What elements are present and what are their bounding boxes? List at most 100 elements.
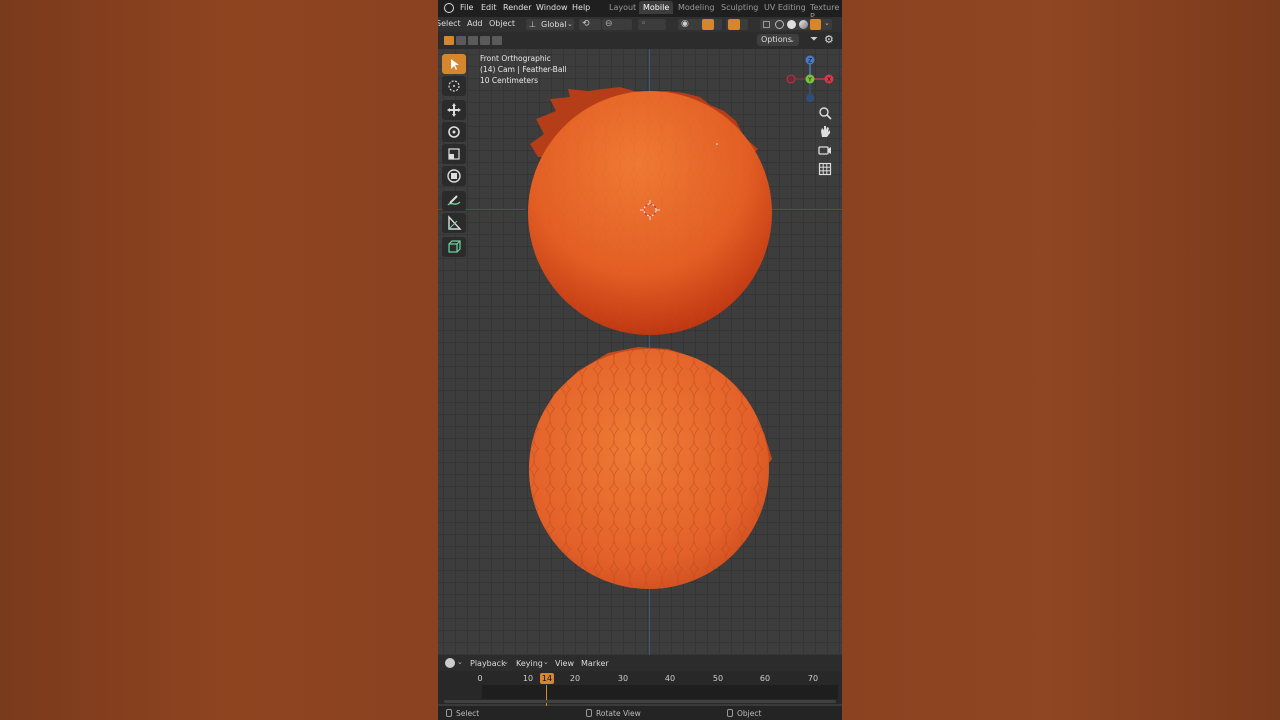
scale-tool[interactable] — [442, 144, 466, 164]
xray-icon[interactable] — [763, 21, 770, 28]
select-mode-subtract-icon[interactable] — [468, 36, 478, 45]
menu-window[interactable]: Window — [536, 3, 568, 12]
pivot-icon: ⟲ — [582, 19, 590, 29]
tick-30: 30 — [617, 674, 629, 683]
add-menu[interactable]: Add — [467, 19, 483, 28]
solid-shading-icon[interactable] — [787, 20, 796, 29]
zoom-icon[interactable] — [818, 106, 836, 122]
gizmo-x-label: X — [827, 77, 831, 84]
tab-modeling[interactable]: Modeling — [675, 3, 717, 12]
feather-balls[interactable] — [438, 49, 842, 655]
select-box-tool[interactable] — [442, 54, 466, 74]
rendered-shading-icon[interactable] — [810, 19, 821, 30]
camera-view-icon[interactable] — [818, 143, 836, 159]
visibility-dropdown[interactable]: ◉ — [678, 19, 722, 30]
top-menu-bar: File Edit Render Window Help Layout Mobi… — [438, 0, 842, 21]
cursor-tool[interactable] — [442, 76, 466, 96]
pivot-dropdown[interactable]: ⟲ — [579, 19, 601, 30]
keying-menu[interactable]: Keying — [516, 659, 543, 668]
current-frame-badge[interactable]: 14 — [540, 673, 554, 684]
tick-60: 60 — [759, 674, 771, 683]
chevron-down-icon[interactable]: ⌄ — [457, 658, 463, 666]
pan-hand-icon[interactable] — [818, 124, 836, 140]
grid-perspective-icon[interactable] — [818, 162, 836, 178]
tick-70: 70 — [807, 674, 819, 683]
editor-type-clock-icon[interactable] — [445, 658, 455, 668]
tick-0: 0 — [477, 674, 483, 683]
orientation-label: Global — [541, 20, 567, 29]
menu-edit[interactable]: Edit — [481, 3, 497, 12]
chevron-down-icon: ⌄ — [503, 658, 509, 666]
orientation-icon: ⊥ — [529, 20, 536, 29]
tab-mobile[interactable]: Mobile — [639, 1, 674, 14]
add-cube-tool[interactable] — [442, 237, 466, 257]
playback-menu[interactable]: Playback — [470, 659, 506, 668]
chevron-down-icon: ⌄ — [567, 20, 573, 28]
tab-uv-editing[interactable]: UV Editing — [761, 3, 809, 12]
top-sphere[interactable] — [528, 87, 772, 335]
grid-scale: 10 Centimeters — [480, 76, 539, 85]
timeline-scrubber[interactable]: 0 10 20 30 40 50 60 70 14 — [438, 671, 842, 706]
mouse-left-icon — [446, 709, 452, 717]
tick-20: 20 — [569, 674, 581, 683]
timeline-track[interactable] — [482, 685, 838, 699]
view-name: Front Orthographic — [480, 54, 551, 63]
wireframe-shading-icon[interactable] — [775, 20, 784, 29]
chevron-down-icon: ⌄ — [789, 36, 795, 44]
gizmo-y-label: Y — [807, 77, 812, 84]
proportional-icon: ◦ — [641, 19, 647, 29]
view-menu[interactable]: View — [555, 659, 574, 668]
tick-40: 40 — [664, 674, 676, 683]
status-rotate-view: Rotate View — [596, 709, 641, 718]
overlay-icon — [728, 19, 740, 30]
snap-dropdown[interactable]: ⊖ — [602, 19, 632, 30]
blender-window: File Edit Render Window Help Layout Mobi… — [438, 0, 842, 720]
viewport-header: Select Add Object ⊥ Global ⌄ ⟲ ⊖ ◦ ◉ ⌄ — [438, 17, 842, 32]
orientation-dropdown[interactable]: ⊥ Global ⌄ — [526, 19, 574, 30]
eye-icon: ◉ — [681, 19, 689, 29]
tick-10: 10 — [522, 674, 534, 683]
menu-file[interactable]: File — [460, 3, 473, 12]
bottom-sphere[interactable] — [529, 347, 772, 589]
status-select: Select — [456, 709, 480, 718]
gizmo-toggle-icon[interactable] — [702, 19, 714, 30]
status-object: Object — [737, 709, 762, 718]
material-shading-icon[interactable] — [799, 20, 808, 29]
timeline-scrollbar[interactable] — [444, 700, 836, 703]
gizmo-z-label: Z — [808, 58, 812, 65]
mouse-right-icon — [727, 709, 733, 717]
object-info: (14) Cam | Feather-Ball — [480, 65, 567, 74]
chevron-down-icon: ⌄ — [543, 658, 549, 666]
shading-modes[interactable]: ⌄ — [760, 19, 832, 30]
blender-logo-icon[interactable] — [444, 3, 454, 13]
select-mode-new-icon[interactable] — [444, 36, 454, 45]
chevron-down-icon[interactable]: ⌄ — [824, 19, 830, 27]
proportional-edit-toggle[interactable]: ◦ — [638, 19, 666, 30]
filter-icon[interactable]: ⏷ — [810, 34, 818, 45]
snap-icon: ⊖ — [605, 19, 613, 29]
overlay-dropdown[interactable] — [726, 19, 748, 30]
navigation-gizmo[interactable]: Z X Y — [784, 54, 840, 104]
object-menu[interactable]: Object — [489, 19, 515, 28]
annotate-tool[interactable] — [442, 191, 466, 211]
gear-icon[interactable]: ⚙ — [824, 33, 834, 46]
mouse-middle-icon — [586, 709, 592, 717]
tab-sculpting[interactable]: Sculpting — [718, 3, 761, 12]
timeline-header: ⌄ Playback ⌄ Keying ⌄ View Marker — [438, 655, 842, 671]
3d-viewport[interactable]: Front Orthographic (14) Cam | Feather-Ba… — [438, 49, 842, 655]
measure-tool[interactable] — [442, 213, 466, 233]
select-mode-invert-icon[interactable] — [480, 36, 490, 45]
menu-help[interactable]: Help — [572, 3, 590, 12]
tick-50: 50 — [712, 674, 724, 683]
transform-tool[interactable] — [442, 166, 466, 186]
select-mode-intersect-icon[interactable] — [492, 36, 502, 45]
select-mode-extend-icon[interactable] — [456, 36, 466, 45]
marker-menu[interactable]: Marker — [581, 659, 609, 668]
select-menu[interactable]: Select — [438, 19, 461, 28]
tab-layout[interactable]: Layout — [606, 3, 639, 12]
options-dropdown[interactable]: Options ⌄ — [757, 34, 799, 46]
rotate-tool[interactable] — [442, 122, 466, 142]
status-bar: Select Rotate View Object — [438, 706, 842, 720]
menu-render[interactable]: Render — [503, 3, 531, 12]
move-tool[interactable] — [442, 100, 466, 120]
